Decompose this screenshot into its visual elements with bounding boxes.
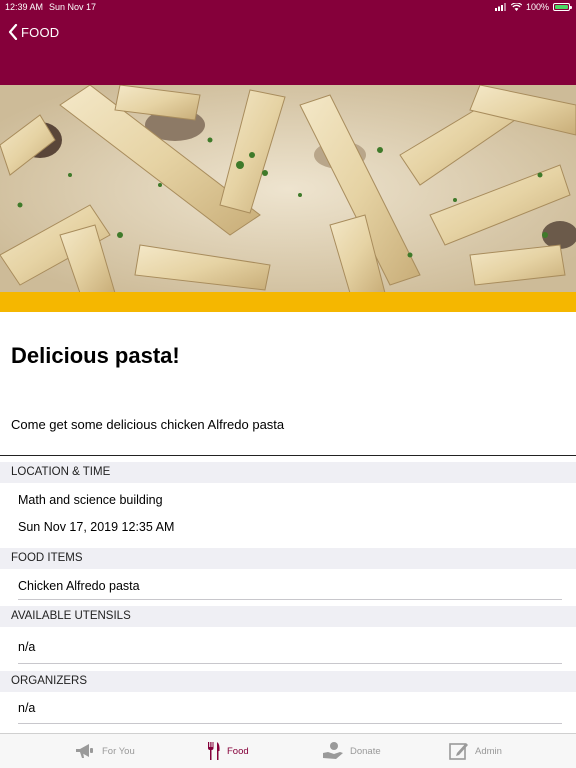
section-header-food-items: FOOD ITEMS bbox=[0, 548, 576, 569]
wifi-icon bbox=[510, 3, 522, 11]
event-title: Delicious pasta! bbox=[11, 343, 180, 368]
tab-label: Donate bbox=[350, 745, 381, 757]
food-item: Chicken Alfredo pasta bbox=[18, 579, 140, 593]
row-separator bbox=[18, 723, 562, 724]
chevron-left-icon bbox=[8, 24, 18, 40]
status-bar: 12:39 AM Sun Nov 17 100% bbox=[0, 0, 576, 14]
datetime-text: Sun Nov 17, 2019 12:35 AM bbox=[18, 520, 175, 534]
event-description: Come get some delicious chicken Alfredo … bbox=[11, 417, 285, 432]
tab-admin[interactable]: Admin bbox=[449, 738, 502, 764]
back-button-label: FOOD bbox=[21, 24, 60, 40]
status-time: 12:39 AM bbox=[5, 2, 44, 12]
row-separator bbox=[18, 663, 562, 664]
donate-hand-icon bbox=[323, 742, 343, 759]
section-header-location-time: LOCATION & TIME bbox=[0, 462, 576, 483]
signal-icon bbox=[494, 3, 506, 11]
tab-bar: For You Food Donate Admin bbox=[0, 733, 576, 768]
tab-for-you[interactable]: For You bbox=[74, 738, 135, 764]
tab-food[interactable]: Food bbox=[207, 738, 249, 764]
pasta-image bbox=[0, 85, 576, 293]
tab-label: Food bbox=[227, 745, 249, 757]
accent-band bbox=[0, 292, 576, 312]
nav-header: 12:39 AM Sun Nov 17 100% FOOD bbox=[0, 0, 576, 85]
event-photo bbox=[0, 85, 576, 293]
battery-icon bbox=[553, 3, 572, 11]
battery-percent: 100% bbox=[525, 2, 549, 12]
tab-label: Admin bbox=[475, 745, 502, 757]
status-date: Sun Nov 17 bbox=[49, 2, 97, 12]
status-indicators: 100% bbox=[494, 0, 572, 14]
divider bbox=[0, 455, 576, 456]
fork-knife-icon bbox=[208, 742, 220, 760]
megaphone-icon bbox=[76, 744, 93, 758]
tab-label: For You bbox=[102, 745, 135, 757]
row-separator bbox=[18, 599, 562, 600]
back-button[interactable]: FOOD bbox=[8, 22, 59, 42]
organizers-value: n/a bbox=[18, 701, 36, 715]
utensils-value: n/a bbox=[18, 640, 36, 654]
location-text: Math and science building bbox=[18, 493, 163, 507]
edit-icon bbox=[449, 743, 468, 760]
section-header-organizers: ORGANIZERS bbox=[0, 671, 576, 692]
section-header-utensils: AVAILABLE UTENSILS bbox=[0, 606, 576, 627]
tab-donate[interactable]: Donate bbox=[322, 738, 381, 764]
